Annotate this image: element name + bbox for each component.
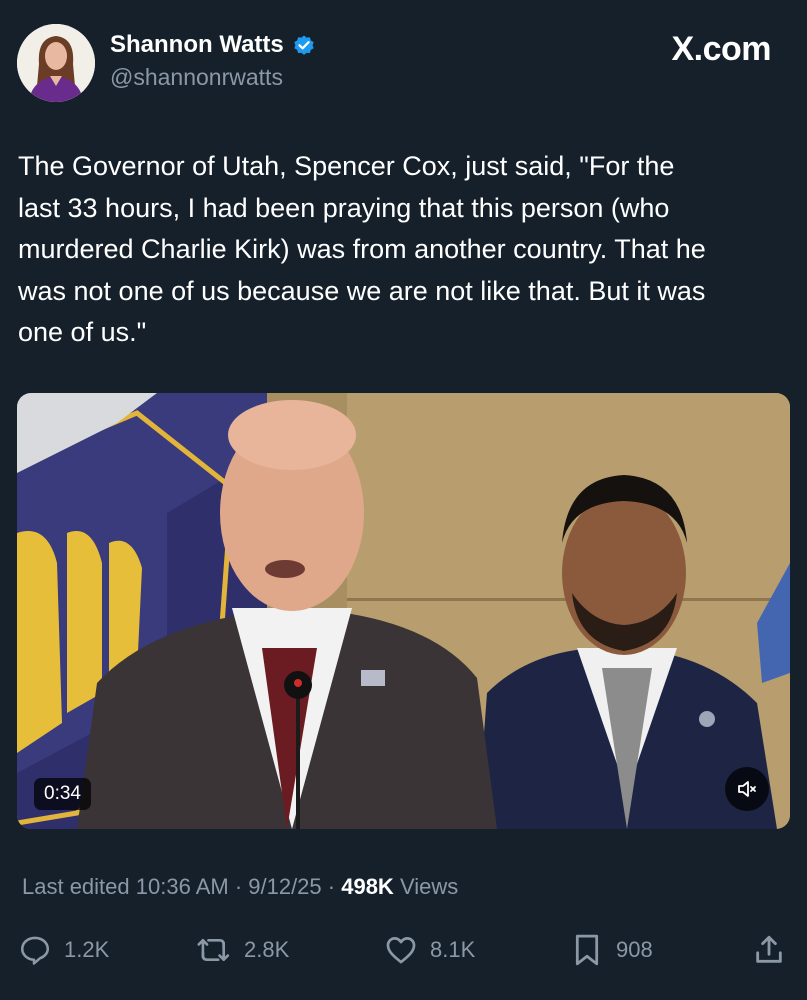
views-count: 498K [341,874,394,899]
verified-badge-icon [294,35,314,55]
views-label: Views [399,874,459,899]
reply-icon [20,936,50,965]
video-duration: 0:34 [34,778,91,810]
repost-icon [197,938,230,962]
like-count: 8.1K [430,937,476,962]
bookmark-icon [575,934,599,966]
author-handle[interactable]: @shannonrwatts [110,64,283,91]
bookmark-button[interactable]: 908 [570,928,653,972]
reply-count: 1.2K [64,937,110,962]
video-frame [17,393,790,829]
repost-button[interactable]: 2.8K [196,928,289,972]
avatar[interactable] [17,24,95,102]
like-button[interactable]: 8.1K [384,928,475,972]
brand-logo-text: X.com [671,30,771,68]
tweet-text: The Governor of Utah, Spencer Cox, just … [18,151,706,347]
author-display-name[interactable]: Shannon Watts [110,31,284,59]
share-icon [756,935,782,963]
mute-icon [738,781,756,797]
reply-button[interactable]: 1.2K [18,928,109,972]
video-player[interactable]: 0:34 [17,393,790,829]
avatar-image [17,24,95,102]
tweet-meta: Last edited 10:36 AM · 9/12/25 · 498K Vi… [22,874,458,900]
bookmark-count: 908 [616,937,653,962]
share-button[interactable] [752,928,786,972]
edited-timestamp[interactable]: Last edited 10:36 AM · 9/12/25 · [22,874,335,899]
mute-button[interactable] [725,767,769,811]
author-name[interactable]: Shannon Watts [110,31,316,59]
repost-count: 2.8K [244,937,290,962]
action-bar: 1.2K 2.8K 8.1K 908 [18,928,790,972]
like-icon [386,937,416,964]
